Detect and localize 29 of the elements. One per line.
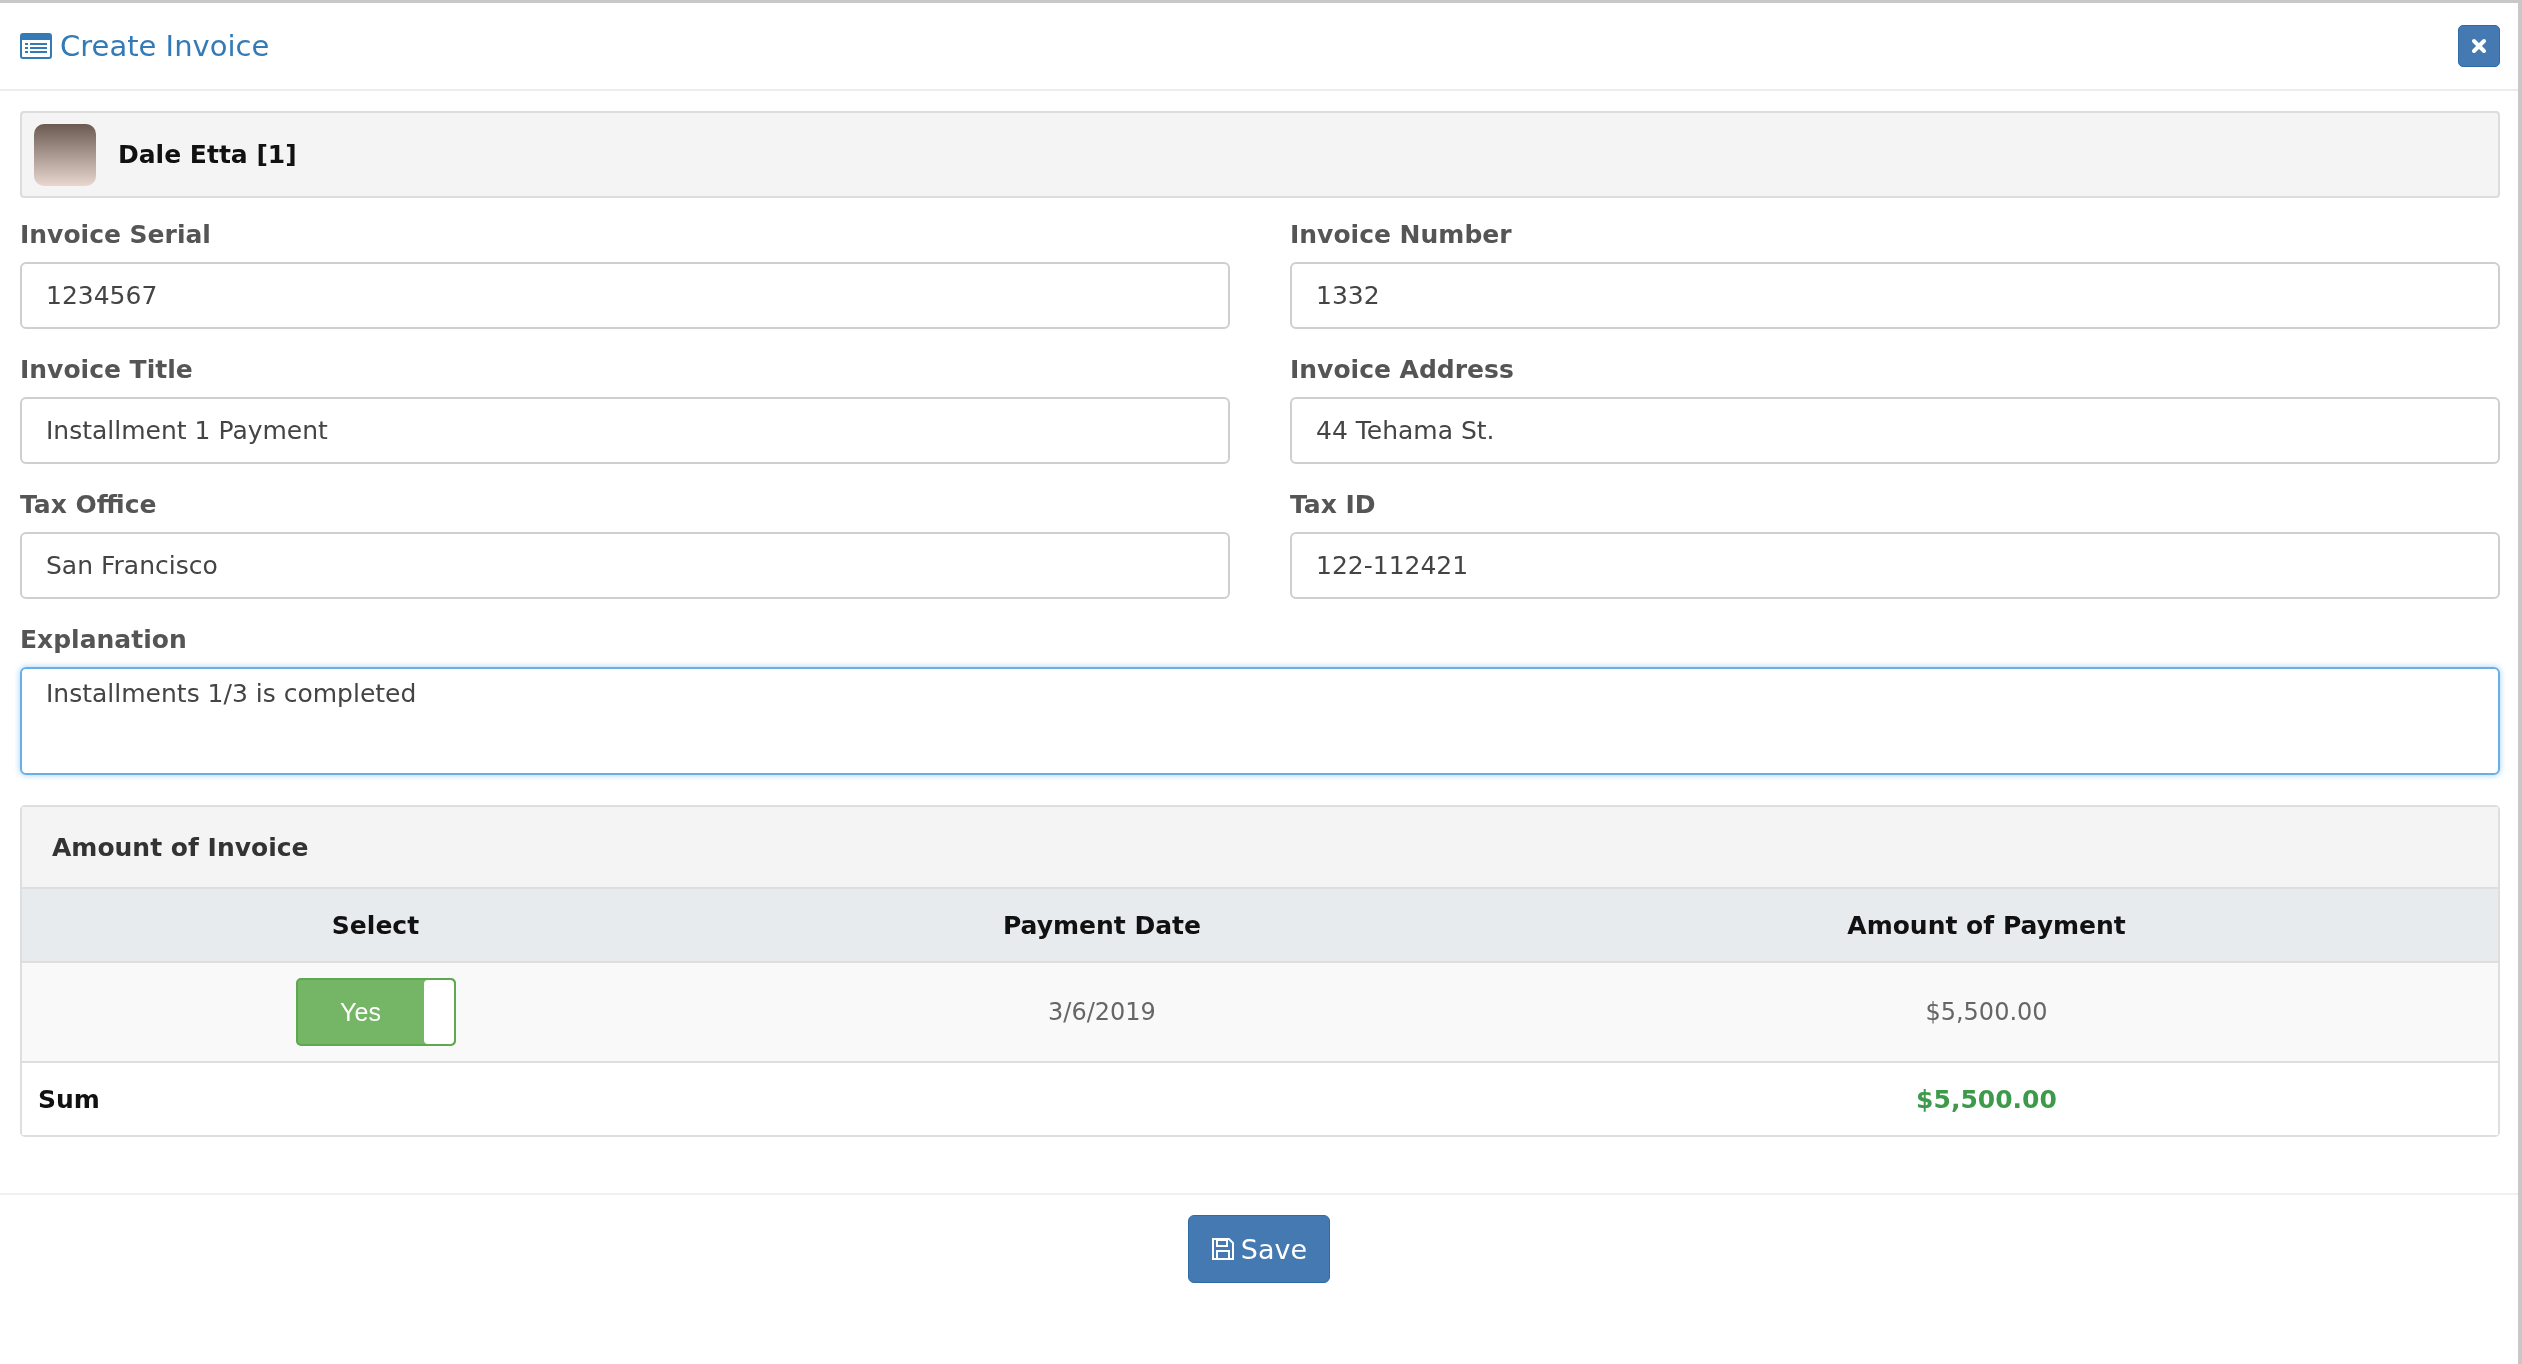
column-header: Amount of Payment	[1847, 910, 2126, 940]
panel-title: Amount of Invoice	[52, 832, 309, 862]
column-header: Select	[331, 910, 420, 940]
table-cell: $5,500.00	[1925, 998, 2048, 1026]
textarea-field[interactable]: Installments 1/3 is completed	[20, 667, 2500, 775]
field-label: Tax Office	[20, 490, 158, 520]
input-field[interactable]: 1234567	[20, 262, 1230, 329]
field-label: Explanation	[20, 625, 188, 655]
field-label: Invoice Address	[1290, 355, 1515, 385]
input-field[interactable]: 1332	[1290, 262, 2500, 329]
avatar-placeholder	[34, 123, 96, 186]
list-icon	[20, 33, 52, 59]
window-title: Create Invoice	[60, 29, 270, 63]
sum-label: Sum	[38, 1084, 100, 1114]
column-header: Payment Date	[1002, 910, 1201, 940]
input-field[interactable]: 44 Tehama St.	[1290, 397, 2500, 464]
field-label: Tax ID	[1290, 490, 1377, 520]
save-button[interactable]: Save	[1187, 1215, 1331, 1283]
input-field[interactable]: San Francisco	[20, 532, 1230, 599]
input-field[interactable]: Installment 1 Payment	[20, 397, 1230, 464]
close-icon	[2471, 38, 2487, 54]
customer-name: Dale Etta [1]	[118, 140, 297, 169]
field-label: Invoice Number	[1290, 220, 1513, 250]
table-cell: 3/6/2019	[1048, 998, 1156, 1026]
close-button[interactable]	[2458, 25, 2500, 67]
field-label: Invoice Title	[20, 355, 194, 385]
field-label: Invoice Serial	[20, 220, 212, 250]
sum-value: $5,500.00	[1916, 1084, 2057, 1114]
input-field[interactable]: 122-112421	[1290, 532, 2500, 599]
